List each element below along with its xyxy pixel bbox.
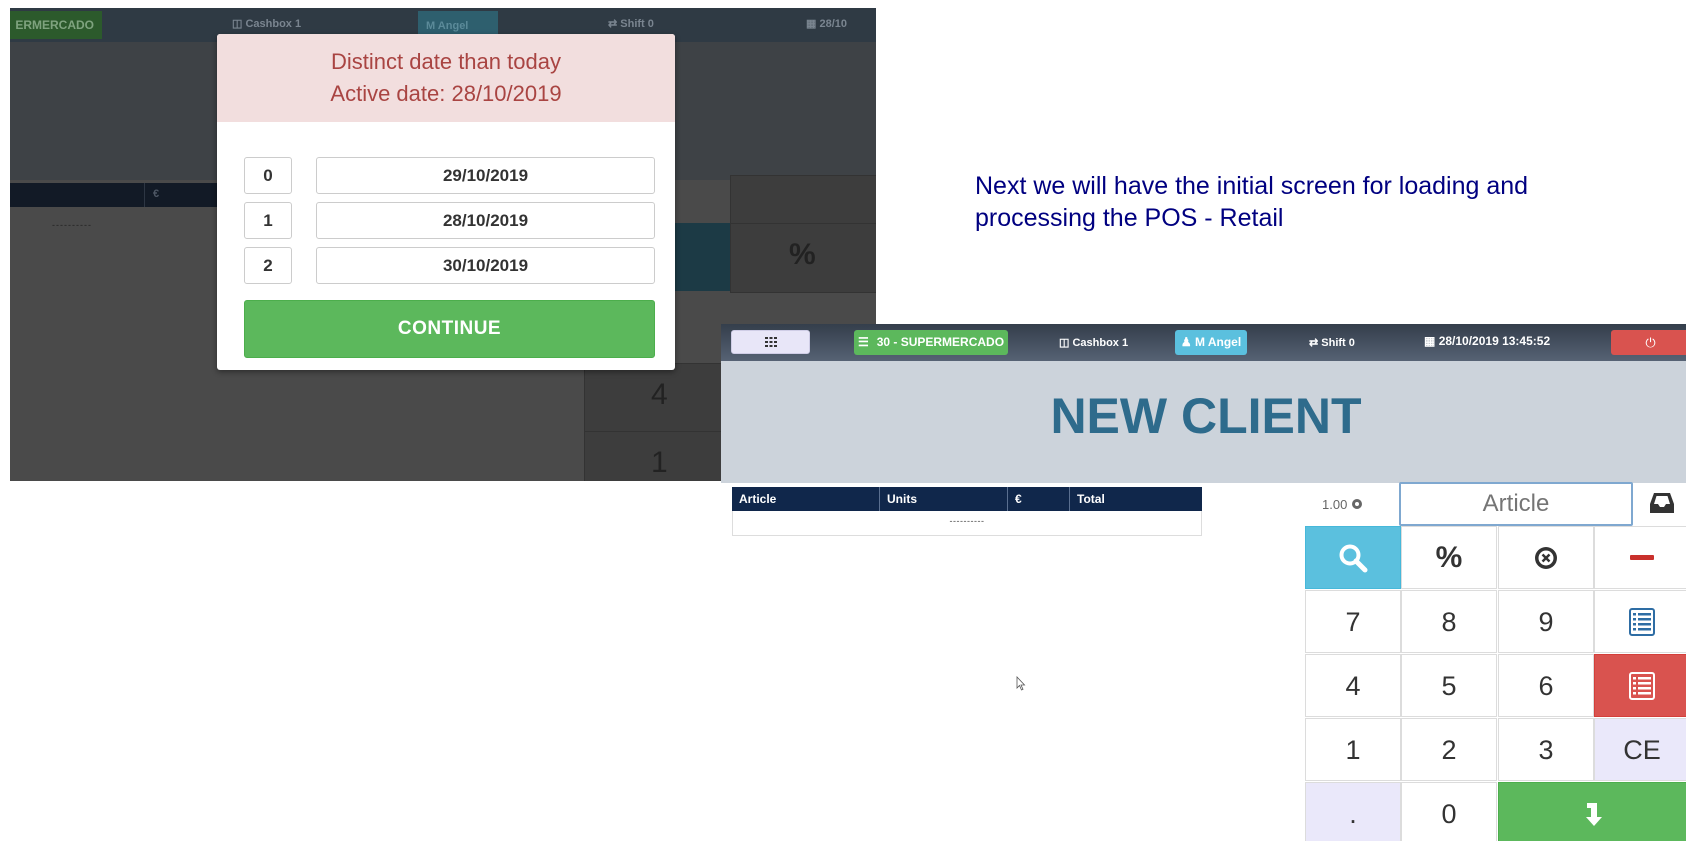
warning-line-distinct-date: Distinct date than today [331, 49, 561, 74]
key-9[interactable]: 9 [1498, 590, 1594, 653]
client-header: NEW CLIENT [721, 361, 1686, 483]
article-input[interactable] [1399, 482, 1633, 526]
user-icon: ♟ [1180, 335, 1192, 349]
ticket-list-key[interactable] [1594, 590, 1686, 653]
close-circle-icon [1535, 546, 1557, 569]
key-7[interactable]: 7 [1305, 590, 1401, 653]
quantity-value: 1.00 [1322, 497, 1348, 512]
date-option-button[interactable]: 30/10/2019 [316, 247, 655, 284]
column-divider [1069, 487, 1070, 511]
background-empty-row: ---------- [52, 220, 92, 230]
calendar-icon: ▦ [1424, 334, 1436, 348]
user-button[interactable]: ♟ M Angel [1175, 330, 1247, 355]
percent-key[interactable]: % [1401, 526, 1497, 589]
decimal-key[interactable]: . [1305, 782, 1401, 841]
background-key-4: 4 [584, 363, 736, 433]
inbox-icon[interactable] [1649, 490, 1675, 516]
key-5[interactable]: 5 [1401, 654, 1497, 717]
pos-topbar: ☰ 30 - SUPERMERCADO ◫ Cashbox 1 ♟ M Angel… [721, 324, 1686, 361]
key-0[interactable]: 0 [1401, 782, 1497, 841]
key-6[interactable]: 6 [1498, 654, 1594, 717]
column-header-total: Total [1077, 492, 1105, 506]
list-icon [1629, 607, 1655, 636]
list-icon [1629, 671, 1655, 700]
enter-key[interactable] [1498, 782, 1686, 841]
enter-arrow-icon [1586, 802, 1602, 826]
column-divider [1007, 487, 1008, 511]
background-cashbox-label: ◫ Cashbox 1 [232, 18, 302, 30]
background-shift-label: ⇄ Shift 0 [608, 18, 654, 30]
date-option-button[interactable]: 28/10/2019 [316, 202, 655, 239]
date-option-index[interactable]: 2 [244, 247, 292, 284]
column-divider [144, 183, 145, 207]
key-8[interactable]: 8 [1401, 590, 1497, 653]
column-header-units: Units [887, 492, 917, 506]
search-icon [1339, 544, 1368, 572]
store-list-icon: ☰ [857, 335, 869, 349]
power-icon: ⏻ [1645, 335, 1656, 350]
quantity-control[interactable]: 1.00 [1322, 497, 1363, 512]
pos-screenshot: ☰ 30 - SUPERMERCADO ◫ Cashbox 1 ♟ M Angel… [721, 324, 1686, 841]
cashbox-icon: ◫ [1059, 337, 1070, 349]
grid-icon [764, 337, 777, 347]
minus-icon [1630, 554, 1654, 560]
client-title: NEW CLIENT [1050, 388, 1362, 444]
background-key [730, 175, 876, 225]
mouse-cursor-icon [1016, 676, 1026, 691]
key-2[interactable]: 2 [1401, 718, 1497, 781]
key-4[interactable]: 4 [1305, 654, 1401, 717]
cashbox-icon: ◫ [232, 18, 243, 30]
background-key-1: 1 [584, 431, 736, 481]
background-currency-column: € [153, 188, 160, 200]
store-button[interactable]: ☰ 30 - SUPERMERCADO [854, 330, 1008, 355]
swap-icon: ⇄ [1309, 337, 1319, 349]
minus-key[interactable] [1594, 526, 1686, 589]
column-header-price: € [1015, 492, 1022, 506]
slide-caption: Next we will have the initial screen for… [975, 172, 1529, 232]
warning-line-active-date: Active date: 28/10/2019 [330, 81, 562, 106]
ticket-empty-row: ---------- [732, 511, 1202, 536]
shift-label[interactable]: ⇄ Shift 0 [1309, 336, 1355, 349]
power-button[interactable]: ⏻ [1611, 330, 1686, 355]
date-option-index[interactable]: 1 [244, 202, 292, 239]
calendar-icon: ▦ [806, 18, 817, 30]
background-percent-key: % [730, 223, 876, 293]
date-warning-alert: Distinct date than today Active date: 28… [217, 34, 675, 122]
cashbox-label[interactable]: ◫ Cashbox 1 [1059, 336, 1128, 349]
key-1[interactable]: 1 [1305, 718, 1401, 781]
date-option-index[interactable]: 0 [244, 157, 292, 194]
date-option-button[interactable]: 29/10/2019 [316, 157, 655, 194]
key-3[interactable]: 3 [1498, 718, 1594, 781]
settings-icon[interactable] [1351, 498, 1363, 510]
search-key[interactable] [1305, 526, 1401, 589]
ticket-delete-key[interactable] [1594, 654, 1686, 717]
datetime-label: ▦ 28/10/2019 13:45:52 [1424, 334, 1551, 348]
menu-button[interactable] [731, 330, 810, 354]
continue-button[interactable]: CONTINUE [244, 300, 655, 358]
swap-icon: ⇄ [608, 18, 618, 30]
date-selection-modal: Distinct date than today Active date: 28… [217, 34, 675, 370]
column-divider [879, 487, 880, 511]
column-header-article: Article [739, 492, 777, 506]
background-store-button: ERMERCADO [10, 11, 102, 39]
clear-entry-key[interactable]: CE [1594, 718, 1686, 781]
ticket-table-header: Article Units € Total [732, 487, 1202, 511]
background-table-header: € [10, 183, 225, 207]
clear-item-key[interactable] [1498, 526, 1594, 589]
background-date-label: ▦ 28/10 [806, 18, 847, 30]
